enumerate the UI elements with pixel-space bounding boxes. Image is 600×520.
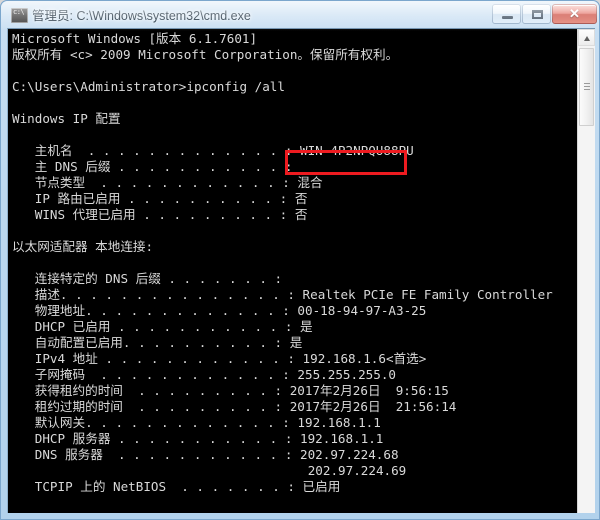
- console-line: Microsoft Windows [版本 6.1.7601]: [12, 31, 258, 46]
- console-output: Microsoft Windows [版本 6.1.7601] 版权所有 <c> …: [12, 31, 553, 513]
- console-line: 主 DNS 后缀 . . . . . . . . . . . :: [12, 159, 293, 174]
- console-line: C:\Users\Administrator>ipconfig /all: [12, 79, 285, 94]
- console-line: C:\Users\Administrator>: [12, 511, 553, 513]
- console-line: 自动配置已启用. . . . . . . . . . : 是: [12, 335, 303, 350]
- console-line: 202.97.224.69: [12, 463, 407, 478]
- console-line: WINS 代理已启用 . . . . . . . . . : 否: [12, 207, 308, 222]
- scroll-up-arrow-icon[interactable]: [578, 29, 595, 46]
- console-line: 租约过期的时间 . . . . . . . . . : 2017年2月26日 2…: [12, 399, 457, 414]
- scrollbar-grip-icon: [584, 83, 590, 91]
- window-title: 管理员: C:\Windows\system32\cmd.exe: [32, 9, 251, 23]
- console-line: DHCP 已启用 . . . . . . . . . . . : 是: [12, 319, 313, 334]
- console-line: Windows IP 配置: [12, 111, 121, 126]
- console-text-surface[interactable]: Microsoft Windows [版本 6.1.7601] 版权所有 <c> …: [8, 29, 578, 513]
- close-button[interactable]: ✕: [552, 4, 597, 24]
- console-line: IPv4 地址 . . . . . . . . . . . . : 192.16…: [12, 351, 427, 366]
- cmd-icon: [11, 8, 28, 23]
- vertical-scrollbar[interactable]: [577, 29, 595, 513]
- maximize-button[interactable]: [522, 4, 551, 24]
- console-line: 版权所有 <c> 2009 Microsoft Corporation。保留所有…: [12, 47, 399, 62]
- console-line: 获得租约的时间 . . . . . . . . . : 2017年2月26日 9…: [12, 383, 449, 398]
- console-line: 以太网适配器 本地连接:: [12, 239, 154, 254]
- maximize-icon: [532, 10, 543, 19]
- close-icon: ✕: [569, 6, 580, 21]
- minimize-button[interactable]: [492, 4, 521, 24]
- title-bar[interactable]: 管理员: C:\Windows\system32\cmd.exe ✕: [1, 1, 600, 28]
- console-line: DNS 服务器 . . . . . . . . . . . : 202.97.2…: [12, 447, 399, 462]
- console-line: 主机名 . . . . . . . . . . . . . : WIN-4P2N…: [12, 143, 414, 158]
- scrollbar-thumb[interactable]: [579, 48, 594, 126]
- console-line: 连接特定的 DNS 后缀 . . . . . . . :: [12, 271, 283, 286]
- console-line: 物理地址. . . . . . . . . . . . . : 00-18-94…: [12, 303, 427, 318]
- caption-buttons: ✕: [492, 4, 597, 24]
- console-line: 默认网关. . . . . . . . . . . . . : 192.168.…: [12, 415, 381, 430]
- minimize-icon: [502, 16, 513, 19]
- console-line: IP 路由已启用 . . . . . . . . . . : 否: [12, 191, 308, 206]
- console-line: 描述. . . . . . . . . . . . . . . : Realte…: [12, 287, 553, 302]
- console-line: TCPIP 上的 NetBIOS . . . . . . . : 已启用: [12, 479, 341, 494]
- cmd-window: 管理员: C:\Windows\system32\cmd.exe ✕ Micro…: [0, 0, 600, 520]
- console-line: 节点类型 . . . . . . . . . . . . : 混合: [12, 175, 323, 190]
- console-line: DHCP 服务器 . . . . . . . . . . . : 192.168…: [12, 431, 384, 446]
- console-client-area: Microsoft Windows [版本 6.1.7601] 版权所有 <c> …: [7, 28, 595, 513]
- console-line: 子网掩码 . . . . . . . . . . . . : 255.255.2…: [12, 367, 396, 382]
